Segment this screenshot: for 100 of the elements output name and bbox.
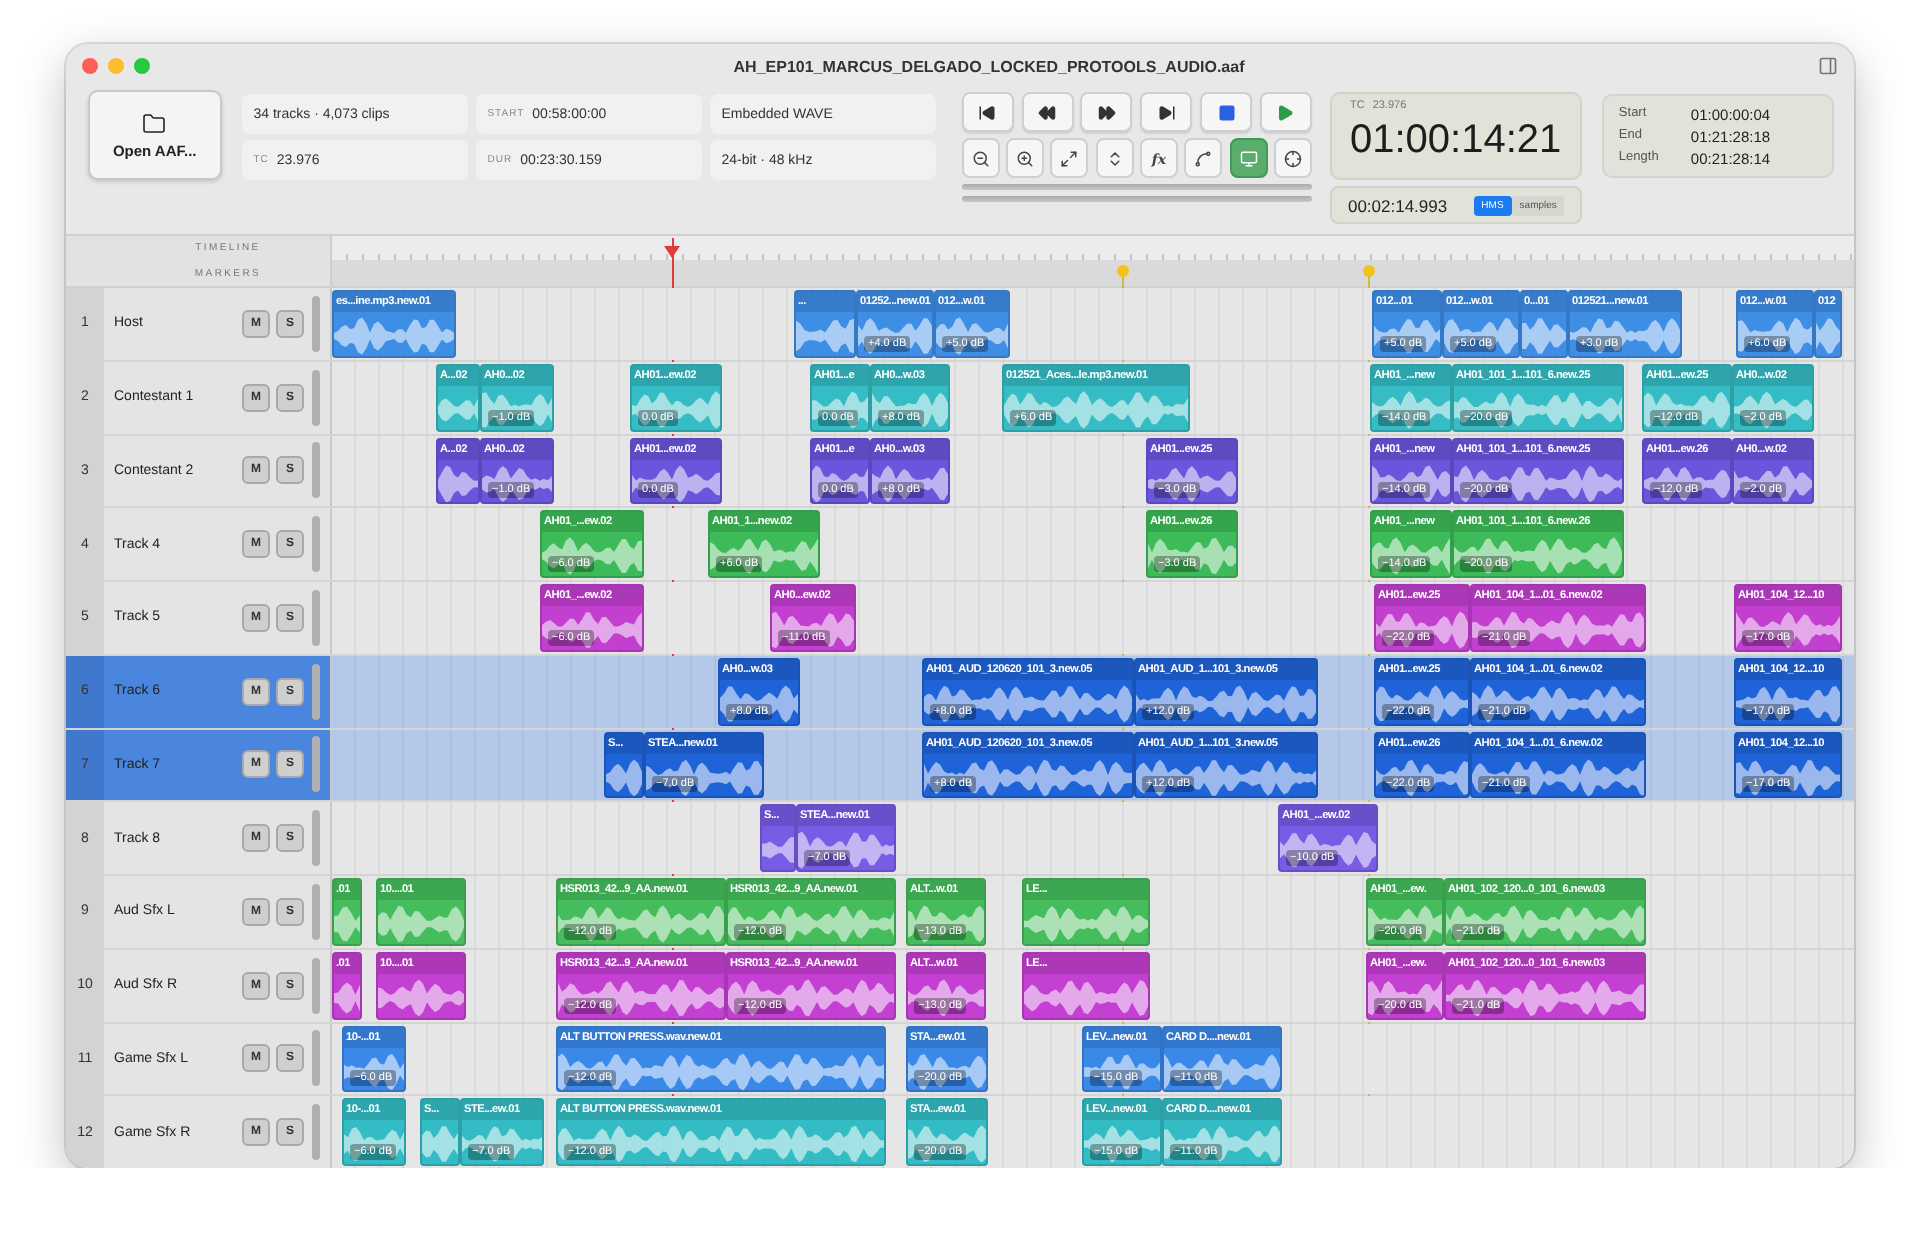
waveform-drawing: [1164, 1122, 1280, 1164]
waveform-drawing: [908, 1049, 986, 1091]
waveform-drawing: [1644, 387, 1730, 429]
curve-icon: [1194, 149, 1213, 167]
waveform-drawing: [1444, 314, 1518, 356]
tool-button[interactable]: [1006, 138, 1045, 178]
stop-icon: [1217, 103, 1236, 121]
sidebar-toggle-icon[interactable]: [1818, 56, 1838, 76]
waveform-drawing: [908, 902, 984, 944]
transport-button[interactable]: [1080, 92, 1133, 132]
rewind-icon: [1038, 103, 1057, 121]
marker-icon[interactable]: [1362, 264, 1376, 278]
skip-forward-icon: [1157, 103, 1176, 121]
volume-fader[interactable]: [312, 516, 320, 573]
tool-button[interactable]: [1273, 138, 1312, 178]
waveform-drawing: [542, 608, 642, 650]
skip-back-icon: [978, 103, 997, 121]
waveform-drawing: [872, 387, 948, 429]
waveform-drawing: [482, 461, 552, 503]
waveform-drawing: [1522, 314, 1566, 356]
waveform-drawing: [812, 461, 868, 503]
waveform-drawing: [1734, 461, 1812, 503]
up-down-arrows-icon: [1105, 149, 1124, 167]
waveform-drawing: [858, 314, 932, 356]
tool-button[interactable]: [961, 138, 1000, 178]
waveform-drawing: [1164, 1049, 1280, 1091]
diagonal-arrows-icon: [1060, 149, 1079, 167]
volume-fader[interactable]: [312, 663, 320, 720]
waveform-drawing: [606, 755, 642, 797]
waveform-drawing: [1372, 387, 1450, 429]
waveform-drawing: [1376, 681, 1468, 723]
fast-forward-icon: [1097, 103, 1116, 121]
waveform-drawing: [796, 314, 854, 356]
volume-fader[interactable]: [312, 810, 320, 867]
transport-button[interactable]: [1200, 92, 1253, 132]
volume-fader[interactable]: [312, 736, 320, 793]
scroll-bar[interactable]: [961, 196, 1312, 202]
waveform-drawing: [1736, 681, 1840, 723]
waveform-drawing: [378, 975, 464, 1017]
waveform-drawing: [334, 314, 454, 356]
transport-button[interactable]: [1140, 92, 1193, 132]
volume-fader[interactable]: [312, 369, 320, 426]
waveform-drawing: [1376, 755, 1468, 797]
tool-button[interactable]: [1229, 138, 1268, 178]
monitor-icon: [1239, 149, 1258, 167]
waveform-drawing: [1376, 608, 1468, 650]
volume-fader[interactable]: [312, 442, 320, 499]
tool-button[interactable]: [1184, 138, 1223, 178]
waveform-drawing: [1280, 828, 1376, 870]
waveform-drawing: [1084, 1122, 1160, 1164]
waveform-drawing: [1024, 902, 1148, 944]
play-icon: [1276, 103, 1295, 121]
volume-fader[interactable]: [312, 957, 320, 1014]
waveform-drawing: [422, 1122, 458, 1164]
scroll-bar[interactable]: [961, 184, 1312, 190]
volume-fader[interactable]: [312, 883, 320, 940]
window-title: AH_EP101_MARCUS_DELGADO_LOCKED_PROTOOLS_AUDIO.aaf: [731, 57, 1247, 75]
zoom-out-icon: [971, 149, 990, 167]
waveform-drawing: [1570, 314, 1680, 356]
volume-fader[interactable]: [312, 1104, 320, 1161]
waveform-drawing: [1368, 902, 1442, 944]
minimize-button[interactable]: [108, 58, 124, 74]
waveform-drawing: [1372, 461, 1450, 503]
waveform-drawing: [1736, 608, 1840, 650]
folder-icon: [142, 111, 167, 135]
marker-icon[interactable]: [1116, 264, 1130, 278]
zoom-button[interactable]: [134, 58, 150, 74]
waveform-drawing: [1734, 387, 1812, 429]
waveform-drawing: [1738, 314, 1812, 356]
waveform-drawing: [646, 755, 762, 797]
waveform-drawing: [482, 387, 552, 429]
waveform-drawing: [632, 461, 720, 503]
waveform-drawing: [1368, 975, 1442, 1017]
waveform-drawing: [908, 1122, 986, 1164]
waveform-drawing: [1644, 461, 1730, 503]
waveform-drawing: [936, 314, 1008, 356]
waveform-drawing: [462, 1122, 542, 1164]
waveform-drawing: [334, 902, 360, 944]
waveform-drawing: [798, 828, 894, 870]
transport-button[interactable]: [1021, 92, 1074, 132]
waveform-drawing: [710, 534, 818, 576]
waveform-drawing: [344, 1049, 404, 1091]
timecode-value: 01:00:14:21: [1349, 116, 1562, 164]
transport-button[interactable]: [961, 92, 1014, 132]
waveform-drawing: [1148, 461, 1236, 503]
waveform-drawing: [378, 902, 464, 944]
waveform-drawing: [1084, 1049, 1160, 1091]
waveform-drawing: [720, 681, 798, 723]
waveform-drawing: [1736, 755, 1840, 797]
waveform-drawing: [812, 387, 868, 429]
volume-fader[interactable]: [312, 295, 320, 352]
waveform-drawing: [1816, 314, 1840, 356]
waveform-drawing: [632, 387, 720, 429]
volume-fader[interactable]: [312, 589, 320, 646]
volume-fader[interactable]: [312, 1030, 320, 1087]
close-button[interactable]: [82, 58, 98, 74]
waveform-drawing: [908, 975, 984, 1017]
time-value: 00:02:14.993: [1347, 195, 1450, 215]
crosshair-icon: [1283, 149, 1302, 167]
marker-lane[interactable]: [332, 260, 1854, 286]
